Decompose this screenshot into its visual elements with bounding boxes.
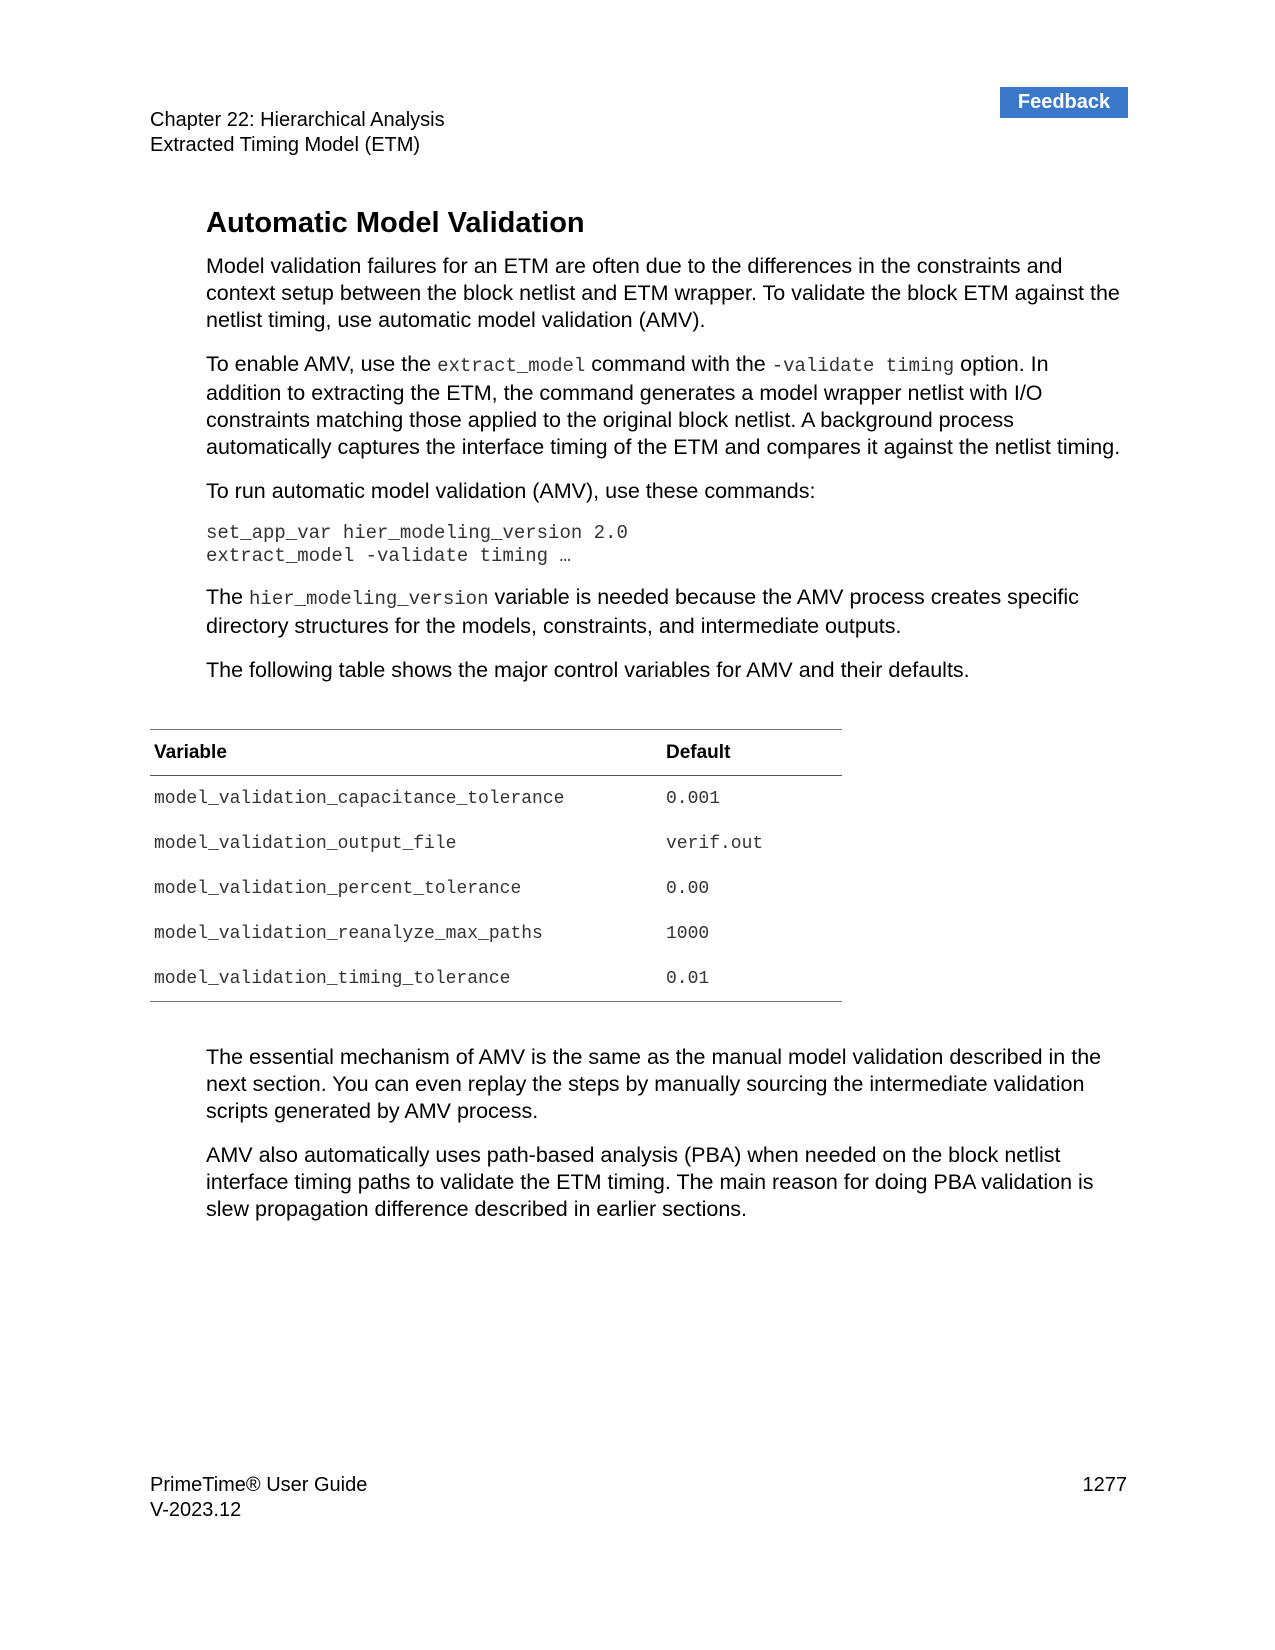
inline-code-hier-modeling-version: hier_modeling_version (249, 588, 489, 610)
variable-cell: model_validation_percent_tolerance (154, 878, 522, 899)
default-cell: 1000 (666, 923, 710, 944)
section-title: Extracted Timing Model (ETM) (150, 134, 421, 156)
default-cell: verif.out (666, 833, 764, 854)
product-version: V-2023.12 (150, 1499, 242, 1521)
chapter-title: Chapter 22: Hierarchical Analysis (150, 109, 445, 131)
variable-cell: model_validation_output_file (154, 833, 457, 854)
page-title: Automatic Model Validation (206, 207, 585, 239)
variable-cell: model_validation_reanalyze_max_paths (154, 923, 543, 944)
table-row: model_validation_percent_tolerance 0.00 (150, 866, 842, 911)
table-row: model_validation_reanalyze_max_paths 100… (150, 911, 842, 956)
column-header-variable: Variable (154, 741, 227, 763)
paragraph-amv-pba: AMV also automatically uses path-based a… (206, 1143, 1094, 1221)
table-header-row: Variable Default (150, 730, 842, 776)
table-row: model_validation_capacitance_tolerance 0… (150, 776, 842, 821)
inline-code-validate-timing: -validate timing (771, 355, 955, 377)
table-row: model_validation_output_file verif.out (150, 821, 842, 866)
page-header: Chapter 22: Hierarchical Analysis Extrac… (150, 108, 445, 158)
paragraph-table-intro: The following table shows the major cont… (206, 658, 970, 682)
paragraph-amv-mechanism: The essential mechanism of AMV is the sa… (206, 1045, 1102, 1123)
paragraph-hier-modeling: The hier_modeling_version variable is ne… (206, 584, 1126, 640)
default-cell: 0.01 (666, 968, 710, 989)
text-run: To enable AMV, use the (206, 352, 438, 376)
paragraph-intro: Model validation failures for an ETM are… (206, 254, 1120, 332)
post-table-content: The essential mechanism of AMV is the sa… (206, 1044, 1126, 1240)
column-header-default: Default (666, 741, 731, 763)
text-run: The (206, 585, 250, 609)
page-number: 1277 (1082, 1474, 1128, 1496)
paragraph-run-amv: To run automatic model validation (AMV),… (206, 479, 816, 503)
control-variables-table: Variable Default model_validation_capaci… (150, 729, 842, 1002)
code-line: extract_model -validate timing … (206, 545, 571, 567)
variable-cell: model_validation_timing_tolerance (154, 968, 511, 989)
table-row: model_validation_timing_tolerance 0.01 (150, 956, 842, 1001)
product-name: PrimeTime® User Guide (150, 1474, 368, 1496)
variable-cell: model_validation_capacitance_tolerance (154, 788, 565, 809)
code-line: set_app_var hier_modeling_version 2.0 (206, 522, 628, 544)
text-run: command with the (585, 352, 772, 376)
default-cell: 0.00 (666, 878, 710, 899)
main-content: Automatic Model Validation Model validat… (206, 205, 1126, 701)
paragraph-enable-amv: To enable AMV, use the extract_model com… (206, 351, 1126, 461)
inline-code-extract-model: extract_model (437, 355, 586, 377)
default-cell: 0.001 (666, 788, 721, 809)
feedback-button[interactable]: Feedback (1000, 87, 1128, 118)
page-footer: PrimeTime® User Guide V-2023.12 (150, 1473, 367, 1523)
code-block: set_app_var hier_modeling_version 2.0 ext… (206, 522, 1126, 568)
